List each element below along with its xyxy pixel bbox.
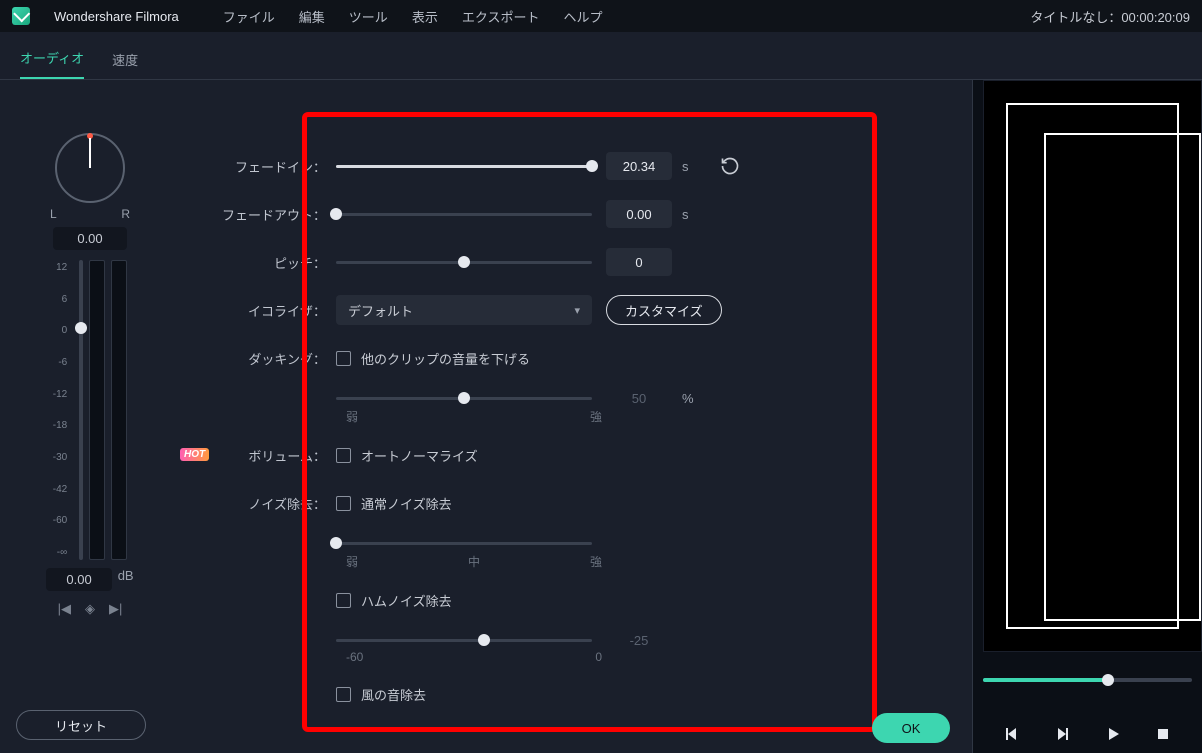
autonormalize-checkbox[interactable] (336, 448, 351, 463)
tab-audio[interactable]: オーディオ (20, 48, 84, 79)
ducking-unit: % (682, 391, 706, 406)
property-tabs: オーディオ 速度 (0, 32, 1202, 80)
ducking-slider[interactable] (336, 397, 592, 400)
pitch-value[interactable]: 0 (606, 248, 672, 276)
denoise-weak-label: 弱 (346, 553, 358, 570)
normal-denoise-checkbox[interactable] (336, 496, 351, 511)
fadeout-value[interactable]: 0.00 (606, 200, 672, 228)
pan-left-label: L (50, 207, 57, 221)
project-timecode: タイトルなし：00:00:20:09 (1030, 7, 1190, 26)
hum-denoise-value: -25 (606, 626, 672, 654)
denoise-label: ノイズ除去： (216, 494, 336, 513)
menu-edit[interactable]: 編集 (299, 7, 325, 26)
fadein-label: フェードイン： (216, 157, 336, 176)
pitch-label: ピッチ： (216, 253, 336, 272)
preview-column (972, 80, 1202, 753)
fadein-slider[interactable] (336, 165, 592, 168)
menu-tool[interactable]: ツール (349, 7, 388, 26)
app-title: Wondershare Filmora (54, 9, 179, 24)
ducking-strong-label: 強 (590, 408, 602, 425)
hum-denoise-slider[interactable] (336, 639, 592, 642)
ducking-value: 50 (606, 384, 672, 412)
pan-value[interactable]: 0.00 (53, 227, 126, 250)
hum-min-label: -60 (346, 650, 363, 664)
equalizer-customize-button[interactable]: カスタマイズ (606, 295, 722, 325)
gain-slider-thumb[interactable] (75, 322, 87, 334)
chevron-down-icon: ▾ (574, 304, 580, 317)
ducking-weak-label: 弱 (346, 408, 358, 425)
audio-controls-panel: フェードイン： 20.34 s フェードアウト： 0.00 s (180, 112, 972, 748)
menu-help[interactable]: ヘルプ (563, 7, 602, 26)
equalizer-select[interactable]: デフォルト ▾ (336, 295, 592, 325)
hum-denoise-label: ハムノイズ除去 (361, 591, 452, 610)
hum-denoise-checkbox[interactable] (336, 593, 351, 608)
ducking-checkbox-label: 他のクリップの音量を下げる (361, 349, 530, 368)
level-meter-left (89, 260, 105, 560)
equalizer-value: デフォルト (348, 301, 413, 320)
reset-button[interactable]: リセット (16, 710, 146, 740)
wind-denoise-label: 風の音除去 (361, 685, 426, 704)
fadeout-unit: s (682, 207, 706, 222)
menu-export[interactable]: エクスポート (462, 7, 540, 26)
gain-value[interactable]: 0.00 (46, 568, 111, 591)
dial-needle-icon (89, 138, 91, 168)
fadeout-slider[interactable] (336, 213, 592, 216)
fadein-value[interactable]: 20.34 (606, 152, 672, 180)
meter-ticks: 12 6 0 -6 -12 -18 -30 -42 -60 -∞ (53, 260, 67, 560)
normal-denoise-label: 通常ノイズ除去 (361, 494, 452, 513)
denoise-mid-label: 中 (468, 553, 480, 570)
ok-button[interactable]: OK (872, 713, 950, 743)
audio-pan-meter-column: L R 0.00 12 6 0 -6 -12 -18 -30 -42 -60 -… (0, 80, 180, 753)
volume-label: HOT ボリューム： (216, 446, 336, 465)
gain-unit: dB (118, 568, 134, 583)
tab-speed[interactable]: 速度 (112, 50, 138, 79)
safe-zone-inner (1044, 133, 1201, 621)
gain-slider[interactable] (79, 260, 83, 560)
scrubber-thumb[interactable] (1102, 674, 1114, 686)
ducking-label: ダッキング： (216, 349, 336, 368)
hot-badge: HOT (180, 448, 209, 461)
fadein-unit: s (682, 159, 706, 174)
menu-file[interactable]: ファイル (223, 7, 275, 26)
preview-monitor (983, 80, 1202, 652)
ducking-checkbox[interactable] (336, 351, 351, 366)
normal-denoise-slider[interactable] (336, 542, 592, 545)
autonormalize-label: オートノーマライズ (361, 446, 478, 465)
denoise-strong-label: 強 (590, 553, 602, 570)
hum-max-label: 0 (595, 650, 602, 664)
menu-view[interactable]: 表示 (412, 7, 438, 26)
fadein-reset-icon[interactable] (720, 156, 740, 176)
pitch-slider[interactable] (336, 261, 592, 264)
pan-dial[interactable] (55, 133, 125, 203)
add-keyframe-icon[interactable]: ◈ (85, 601, 95, 617)
fadeout-label: フェードアウト： (216, 205, 336, 224)
level-meter-right (111, 260, 127, 560)
wind-denoise-checkbox[interactable] (336, 687, 351, 702)
app-logo-icon (12, 7, 30, 25)
prev-keyframe-icon[interactable]: |◀ (58, 601, 71, 617)
next-keyframe-icon[interactable]: ▶| (109, 601, 122, 617)
menubar: Wondershare Filmora ファイル 編集 ツール 表示 エクスポー… (0, 0, 1202, 32)
equalizer-label: イコライザ： (216, 301, 336, 320)
pan-right-label: R (121, 207, 130, 221)
preview-scrubber[interactable] (983, 678, 1192, 682)
